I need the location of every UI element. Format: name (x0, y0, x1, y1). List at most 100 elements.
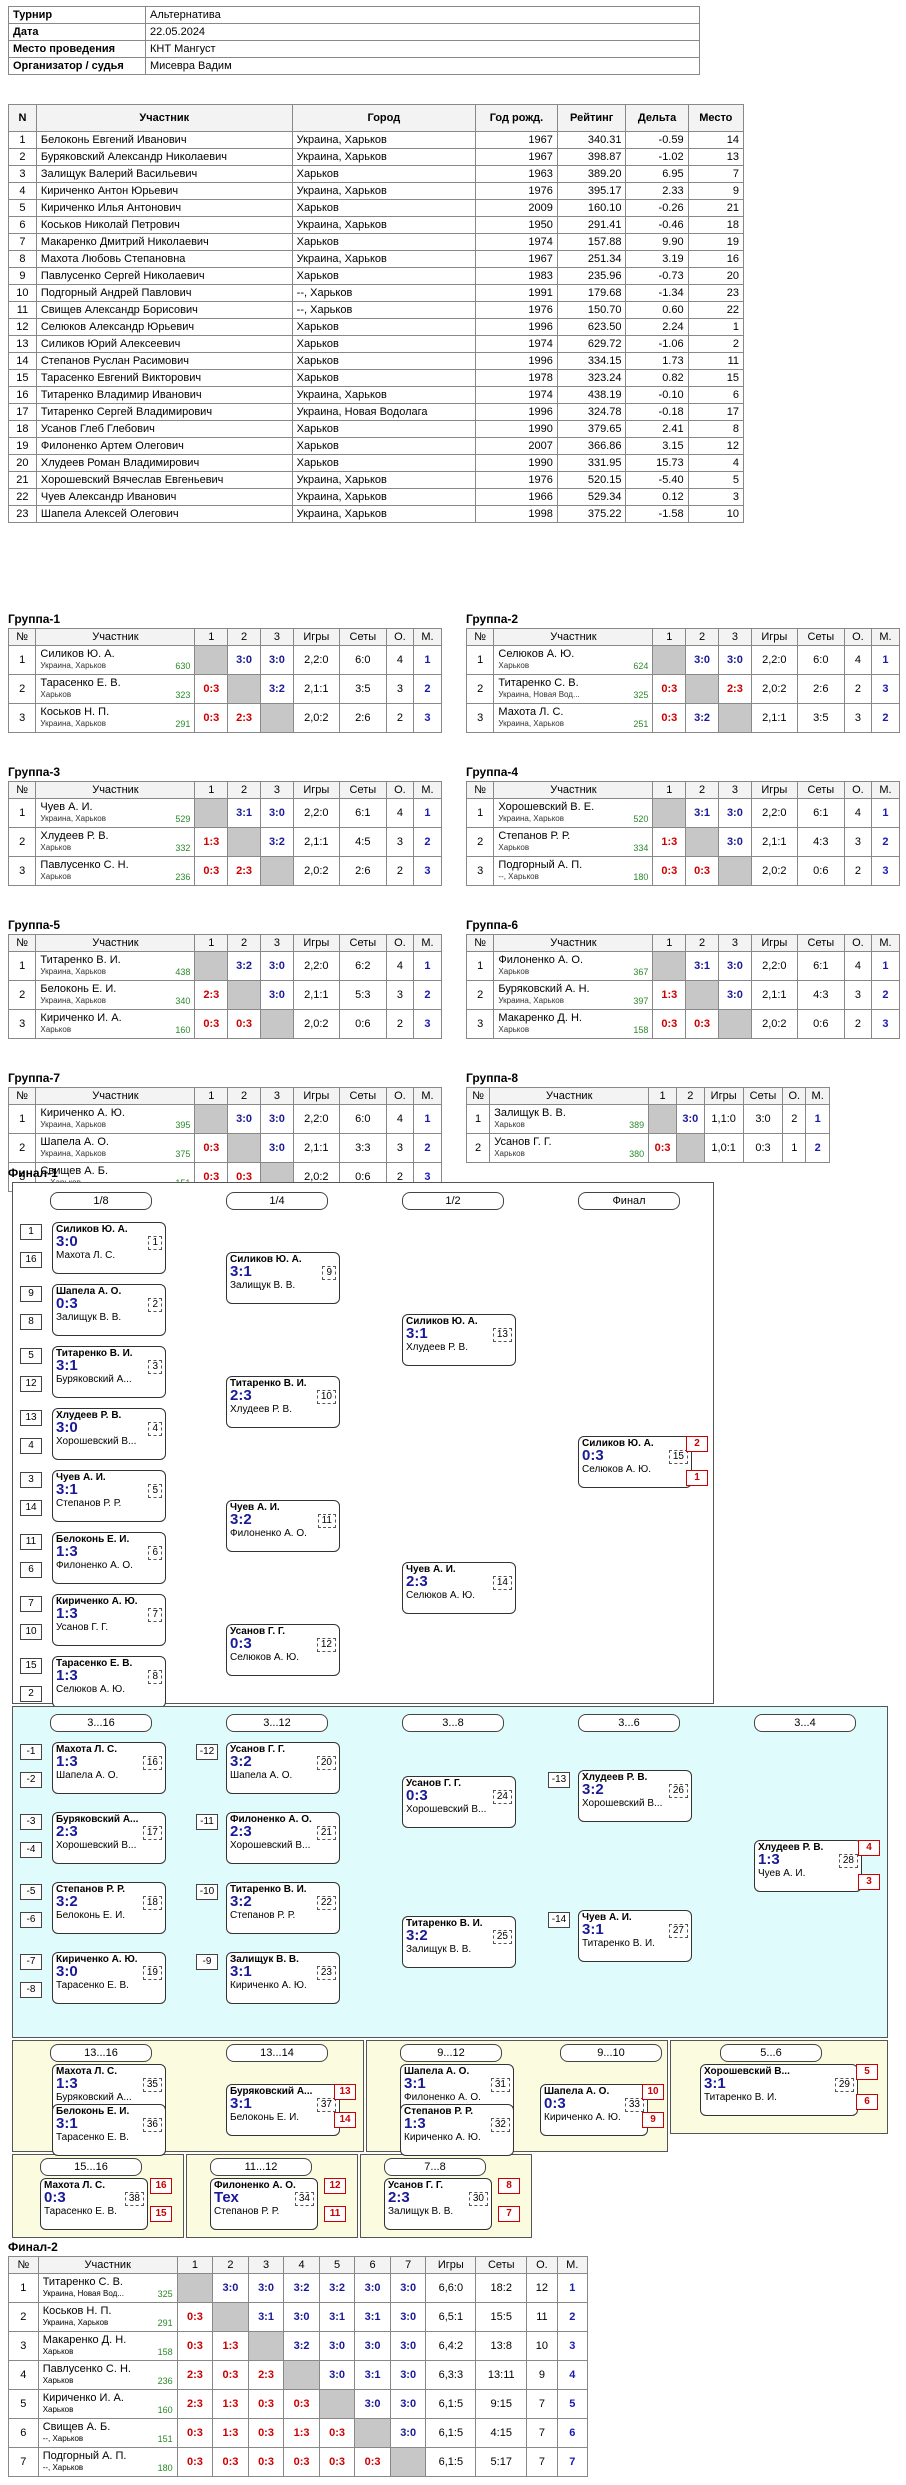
result-score: 2:3 (187, 2398, 203, 2410)
match-number: 16 (142, 1756, 162, 1770)
result-score: 3:0 (236, 654, 253, 666)
seed-number: 11 (20, 1534, 42, 1550)
result-cell: 3:1 (685, 798, 719, 828)
match-number: 19 (142, 1966, 162, 1980)
result-score: 3:0 (268, 989, 285, 1001)
group-stat: 3:5 (338, 674, 387, 704)
player-rating: 158 (633, 1025, 649, 1035)
group-header-cell: М. (870, 934, 901, 952)
final1-title: Финал-1 (8, 1166, 58, 1180)
players-cell: Харьков (291, 165, 477, 183)
result-cell: 2:3 (247, 2360, 285, 2390)
match-score-row: 1:3 35 (56, 2076, 162, 2092)
players-cell: 15 (687, 369, 745, 387)
group-points: 3 (843, 827, 872, 857)
players-cell: 1967 (475, 131, 558, 149)
group-points: 4 (385, 951, 414, 981)
group-stat: 2,2:0 (292, 951, 340, 981)
player-name: Филоненко А. О. (498, 954, 584, 966)
player-name: Кириченко И. А. (42, 2392, 124, 2404)
player-cell: Кириченко И. А. Харьков 160 (37, 2389, 178, 2419)
players-cell: 1990 (475, 420, 558, 438)
match-player2: Буряковский А... (56, 1374, 132, 1385)
match-score-row: 3:1 3 (56, 1358, 162, 1374)
players-cell: 11 (8, 301, 37, 319)
match-number: 27 (668, 1924, 688, 1938)
result-score: 0:3 (236, 1018, 253, 1030)
match-score-row: 1:3 28 (758, 1852, 858, 1868)
result-score: 3:0 (222, 2282, 239, 2294)
bracket-match: Филоненко А. О. 2:3 21 Хорошевский В... (226, 1812, 340, 1864)
player-city: --, Харьков 180 (498, 872, 649, 882)
result-cell: 3:0 (718, 645, 752, 675)
group-points: 4 (385, 798, 414, 828)
group-header-cell: 3 (260, 628, 294, 646)
final2-stat: 9 (526, 2360, 558, 2390)
places-round-label: 13...16 (50, 2044, 152, 2062)
group-place: 2 (870, 703, 901, 733)
bracket-match: Титаренко В. И. 3:2 25 Залищук В. В. (402, 1916, 516, 1968)
result-score: 0:3 (187, 2427, 203, 2439)
result-cell (318, 2389, 356, 2419)
players-cell: 21 (687, 199, 745, 217)
final2-stat: 6,3:3 (425, 2360, 477, 2390)
result-cell: 0:3 (648, 1133, 677, 1163)
group-row-number: 2 (465, 827, 495, 857)
place-number: 10 (642, 2084, 664, 2100)
match-player2: Степанов Р. Р. (230, 1910, 296, 1921)
match-score: 3:1 (404, 2075, 426, 2092)
players-cell: 6 (687, 386, 745, 404)
result-score: 3:0 (400, 2311, 417, 2323)
result-cell: 3:0 (718, 951, 752, 981)
players-cell: 16 (8, 386, 37, 404)
players-cell: 1974 (475, 386, 558, 404)
info-value: 22.05.2024 (145, 23, 700, 41)
group-stat: 4:5 (338, 827, 387, 857)
final2-stat: 6,1:5 (425, 2389, 477, 2419)
bracket-match: Белоконь Е. И. 1:3 6 Филоненко А. О. (52, 1532, 166, 1584)
match-player2: Хорошевский В... (230, 1840, 311, 1851)
group-stat: 6:2 (338, 951, 387, 981)
final1-round-label: 1/2 (402, 1192, 504, 1210)
result-score: 3:1 (364, 2369, 381, 2381)
group-place: 1 (870, 951, 901, 981)
players-cell: 8 (687, 420, 745, 438)
group-row-number: 1 (465, 1104, 491, 1134)
players-cell: 19 (8, 437, 37, 455)
player-city: Украина, Харьков 395 (40, 1120, 191, 1130)
match-number: 2 (148, 1298, 162, 1312)
player-cell: Павлусенко С. Н. Харьков 236 (37, 2360, 178, 2390)
match-number: 7 (148, 1608, 162, 1622)
players-cell: Украина, Харьков (291, 216, 477, 234)
group-header-cell: М. (870, 628, 901, 646)
group-row-number: 1 (7, 645, 37, 675)
seed-number: 2 (20, 1686, 42, 1702)
group-header-cell: 1 (652, 628, 687, 646)
result-cell: 1:3 (652, 980, 687, 1010)
match-player2: Тарасенко Е. В. (56, 2132, 129, 2143)
bracket-match: Хлудеев Р. В. 3:2 26 Хорошевский В... (578, 1770, 692, 1822)
player-rating: 520 (633, 814, 649, 824)
result-cell (718, 703, 752, 733)
players-row: 10 Подгорный Андрей Павлович --, Харьков 19… (8, 284, 745, 302)
group-header-cell: Участник (489, 1087, 650, 1105)
result-cell (718, 856, 752, 886)
result-cell: 3:0 (718, 827, 752, 857)
group-points: 1 (782, 1133, 807, 1163)
group-row-number: 2 (7, 827, 37, 857)
players-cell: 629.72 (556, 335, 627, 353)
result-cell (652, 798, 687, 828)
match-score: 3:1 (704, 2075, 726, 2092)
players-row: 5 Кириченко Илья Антонович Харьков 2009 160.… (8, 199, 745, 217)
result-score: 0:3 (661, 712, 678, 724)
players-cell: Селюков Александр Юрьевич (35, 318, 293, 336)
info-row: Место проведения КНТ Мангуст (8, 40, 700, 58)
match-number: 29 (834, 2078, 854, 2092)
players-header-cell: Участник (35, 104, 293, 132)
player-name: Коськов Н. П. (40, 706, 110, 718)
result-cell (389, 2447, 427, 2477)
players-row: 14 Степанов Руслан Расимович Харьков 1996 33… (8, 352, 745, 370)
players-cell: 160.10 (556, 199, 627, 217)
seed-number: 8 (20, 1314, 42, 1330)
result-score: 0:3 (203, 712, 220, 724)
